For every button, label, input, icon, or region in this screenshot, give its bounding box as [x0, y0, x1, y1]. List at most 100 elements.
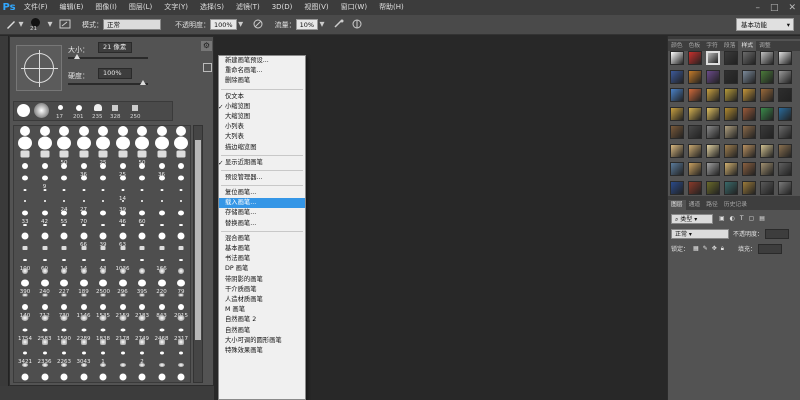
context-menu-item[interactable]: 新建画笔预设...: [219, 56, 305, 66]
maximize-button[interactable]: □: [770, 3, 779, 13]
hardness-slider[interactable]: [68, 80, 148, 85]
style-swatch[interactable]: [706, 143, 720, 158]
brush-preset[interactable]: [15, 267, 35, 279]
context-menu-item[interactable]: 仅文本: [219, 92, 305, 102]
panel-tab[interactable]: 段落: [721, 41, 739, 51]
size-slider[interactable]: [68, 54, 148, 59]
brush-preset[interactable]: 24: [54, 197, 74, 213]
brush-preset[interactable]: [93, 373, 113, 382]
brush-preset[interactable]: 3421: [15, 349, 35, 365]
brush-preset[interactable]: 36: [152, 162, 172, 178]
brush-preset[interactable]: [35, 244, 55, 256]
brush-preset-picker[interactable]: 21: [26, 17, 46, 33]
style-swatch[interactable]: [742, 106, 756, 121]
brush-preset[interactable]: 2336: [35, 349, 55, 365]
opacity-input[interactable]: 100%: [210, 19, 237, 30]
recent-brush[interactable]: [76, 105, 82, 111]
brush-preset[interactable]: 1036: [113, 256, 133, 272]
brush-preset[interactable]: [113, 314, 133, 326]
menu-item[interactable]: 滤镜(T): [230, 0, 266, 15]
brush-preset[interactable]: [74, 338, 94, 350]
brush-preset[interactable]: 220: [152, 279, 172, 295]
brush-preset[interactable]: 33: [15, 209, 35, 225]
style-swatch[interactable]: [670, 125, 684, 139]
brush-preset[interactable]: [93, 314, 113, 326]
panel-tab[interactable]: 图层: [668, 200, 686, 210]
style-swatch[interactable]: [778, 180, 792, 195]
brush-preset[interactable]: [171, 136, 190, 151]
style-swatch[interactable]: [742, 125, 756, 139]
brush-preset[interactable]: [171, 338, 190, 350]
style-swatch[interactable]: [670, 162, 684, 176]
brush-preset[interactable]: [93, 174, 113, 186]
brush-preset[interactable]: 2183: [132, 303, 152, 319]
chevron-down-icon[interactable]: ▾: [318, 18, 326, 32]
brush-preset[interactable]: 55: [54, 209, 74, 225]
style-swatch[interactable]: [742, 51, 756, 65]
brush-preset[interactable]: [15, 361, 35, 373]
brush-preset[interactable]: 36: [74, 162, 94, 178]
menu-item[interactable]: 文件(F): [18, 0, 54, 15]
brush-preset[interactable]: [93, 197, 113, 209]
style-swatch[interactable]: [778, 69, 792, 84]
context-menu-item[interactable]: 干介质画笔: [219, 285, 305, 295]
brush-preset[interactable]: [54, 291, 74, 303]
brush-preset[interactable]: [113, 267, 133, 279]
brush-preset[interactable]: [74, 361, 94, 373]
brush-preset[interactable]: [35, 338, 55, 350]
brush-preset[interactable]: [171, 162, 190, 174]
brush-preset[interactable]: 2749: [132, 326, 152, 342]
recent-brush[interactable]: [17, 104, 30, 117]
brush-preset[interactable]: 50: [54, 150, 74, 166]
brush-preset[interactable]: [54, 162, 74, 174]
menu-item[interactable]: 文字(Y): [158, 0, 194, 15]
brush-preset[interactable]: [132, 314, 152, 326]
brush-preset[interactable]: 9: [35, 174, 55, 190]
layer-opacity-input[interactable]: [765, 228, 790, 239]
brush-preset[interactable]: [15, 136, 35, 151]
brush-preset[interactable]: [171, 267, 190, 279]
brush-preset[interactable]: [132, 338, 152, 350]
size-input[interactable]: 21 像素: [98, 42, 132, 53]
flow-input[interactable]: 10%: [295, 19, 319, 30]
brush-preset[interactable]: [132, 361, 152, 373]
menu-item[interactable]: 选择(S): [194, 0, 230, 15]
brush-preset[interactable]: [132, 186, 152, 198]
brush-preset[interactable]: [152, 291, 172, 303]
brush-preset[interactable]: [35, 150, 55, 162]
brush-preset[interactable]: [35, 186, 55, 198]
brush-preset[interactable]: 39: [113, 197, 133, 213]
context-menu-item[interactable]: 小缩览图: [219, 102, 305, 112]
context-menu-item[interactable]: 人造材质画笔: [219, 295, 305, 305]
panel-tab[interactable]: 历史记录: [721, 200, 750, 210]
brush-preset[interactable]: [152, 349, 172, 361]
style-swatch[interactable]: [760, 143, 774, 158]
brush-preset[interactable]: 2468: [152, 326, 172, 342]
brush-preset[interactable]: 1535: [93, 303, 113, 319]
style-swatch[interactable]: [688, 88, 702, 102]
brush-preset[interactable]: [35, 197, 55, 209]
brush-preset[interactable]: 395: [132, 279, 152, 295]
style-swatch[interactable]: [760, 125, 774, 139]
brush-preset[interactable]: 1838: [93, 326, 113, 342]
brush-preset[interactable]: [113, 174, 133, 186]
brush-preset[interactable]: [171, 349, 190, 361]
brush-preset[interactable]: 25: [113, 162, 133, 178]
style-swatch[interactable]: [688, 69, 702, 84]
style-swatch[interactable]: [724, 180, 738, 195]
brush-preset[interactable]: [93, 221, 113, 233]
brush-preset[interactable]: [113, 136, 133, 151]
brush-preset[interactable]: [113, 244, 133, 256]
context-menu-item[interactable]: 重命名画笔...: [219, 66, 305, 76]
brush-preset[interactable]: [152, 197, 172, 209]
brush-preset[interactable]: [132, 136, 152, 151]
brush-preset[interactable]: [54, 244, 74, 256]
brush-preset[interactable]: 43: [93, 256, 113, 272]
style-swatch[interactable]: [724, 69, 738, 84]
brush-preset[interactable]: [15, 291, 35, 303]
brush-angle-preview[interactable]: [16, 45, 62, 91]
brush-preset[interactable]: [35, 136, 55, 151]
brush-preset[interactable]: [35, 221, 55, 233]
brush-preset[interactable]: 63: [113, 232, 133, 248]
panel-tab[interactable]: 颜色: [668, 41, 686, 51]
